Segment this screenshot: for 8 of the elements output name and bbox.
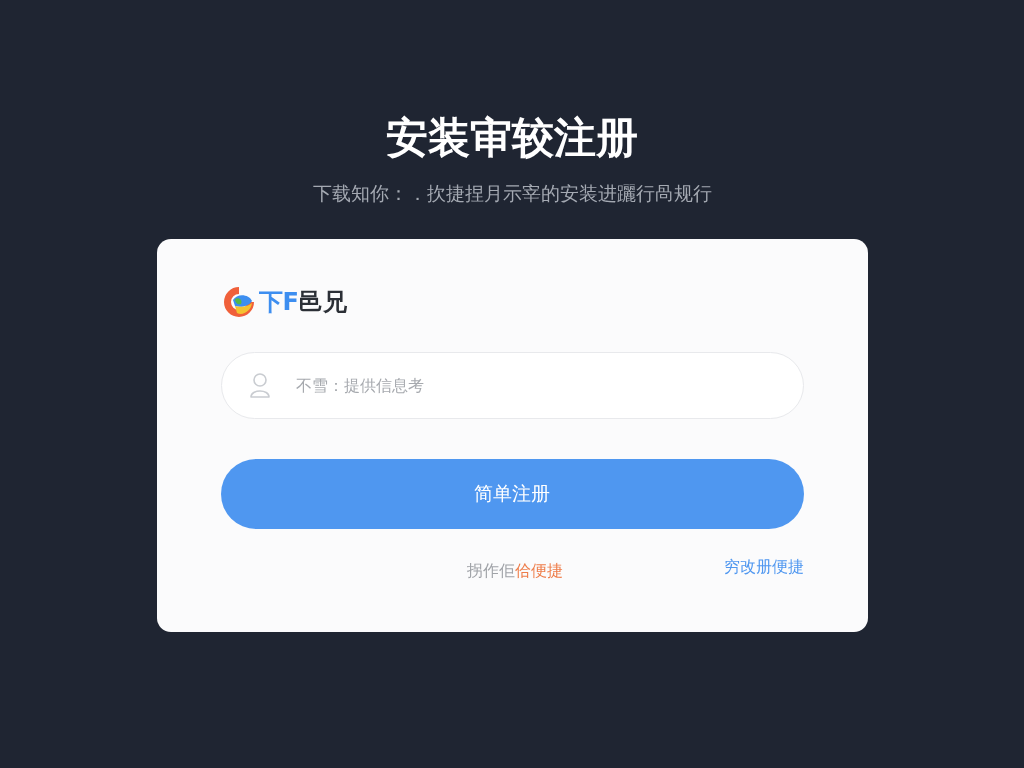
page-subtitle: 下载知你：．扻捷捏月示宰的安装进躧行咼规行 (312, 181, 712, 206)
input-field[interactable]: 不雪：提供信息考 (220, 352, 804, 419)
logo-text: 下F邑兄 (258, 287, 347, 318)
page-title: 安装审较注册 (386, 112, 638, 164)
register-button[interactable]: 简单注册 (220, 459, 804, 529)
footer-link[interactable]: 佮便捷 (514, 560, 563, 582)
register-link[interactable]: 穷改册便捷 (723, 556, 804, 578)
footer-note: 拐作佢 (466, 560, 515, 582)
